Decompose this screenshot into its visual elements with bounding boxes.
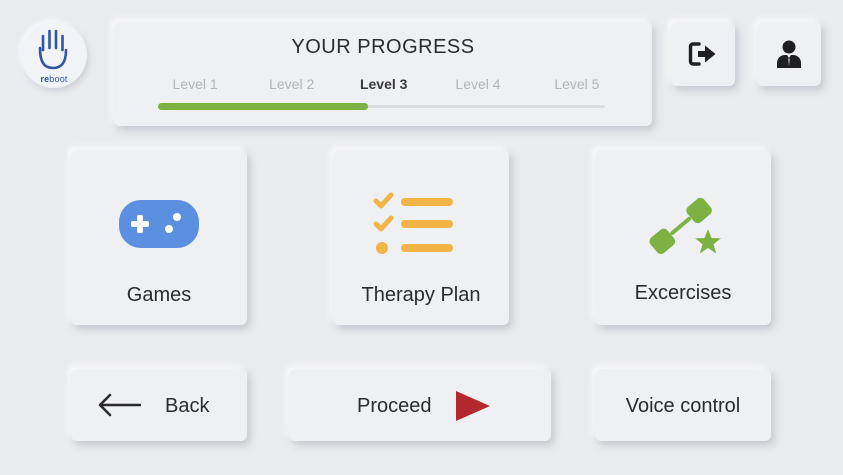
voice-control-label: Voice control [625, 395, 741, 417]
arrow-left-icon [98, 393, 141, 417]
proceed-label: Proceed [357, 395, 432, 417]
therapy-plan-tile[interactable]: Therapy Plan [333, 150, 509, 325]
games-label: Games [126, 284, 192, 306]
level-5-label: Level 5 [554, 76, 600, 92]
exercises-tile[interactable]: Excercises [595, 150, 771, 325]
app-logo: reboot [21, 22, 87, 88]
gamepad-icon [119, 200, 199, 248]
logo-text-boot: boot [49, 74, 68, 84]
games-tile[interactable]: Games [71, 150, 247, 325]
play-arrow-icon [456, 391, 490, 421]
progress-fill [158, 103, 369, 110]
level-3-label: Level 3 [359, 76, 408, 92]
level-1-label: Level 1 [172, 76, 218, 92]
progress-title: YOUR PROGRESS [291, 36, 475, 58]
exercises-label: Excercises [634, 282, 732, 304]
checklist-icon [373, 192, 453, 254]
progress-panel: YOUR PROGRESS Level 1 Level 2 Level 3 Le… [114, 22, 652, 126]
voice-control-button[interactable]: Voice control [595, 369, 771, 441]
user-profile-icon [777, 40, 801, 68]
level-labels: Level 1 Level 2 Level 3 Level 4 Level 5 [156, 76, 616, 94]
profile-button[interactable] [757, 22, 821, 86]
level-4-label: Level 4 [455, 76, 501, 92]
logout-button[interactable] [671, 22, 735, 86]
level-2-label: Level 2 [269, 76, 315, 92]
proceed-button[interactable]: Proceed [289, 369, 551, 441]
hand-icon [38, 29, 68, 70]
logout-icon [688, 42, 716, 66]
back-button[interactable]: Back [71, 369, 247, 441]
therapy-plan-label: Therapy Plan [361, 284, 481, 306]
logo-text-re: re [40, 74, 50, 84]
dumbbell-star-icon [649, 197, 721, 255]
back-label: Back [165, 395, 210, 417]
progress-track [158, 103, 605, 110]
